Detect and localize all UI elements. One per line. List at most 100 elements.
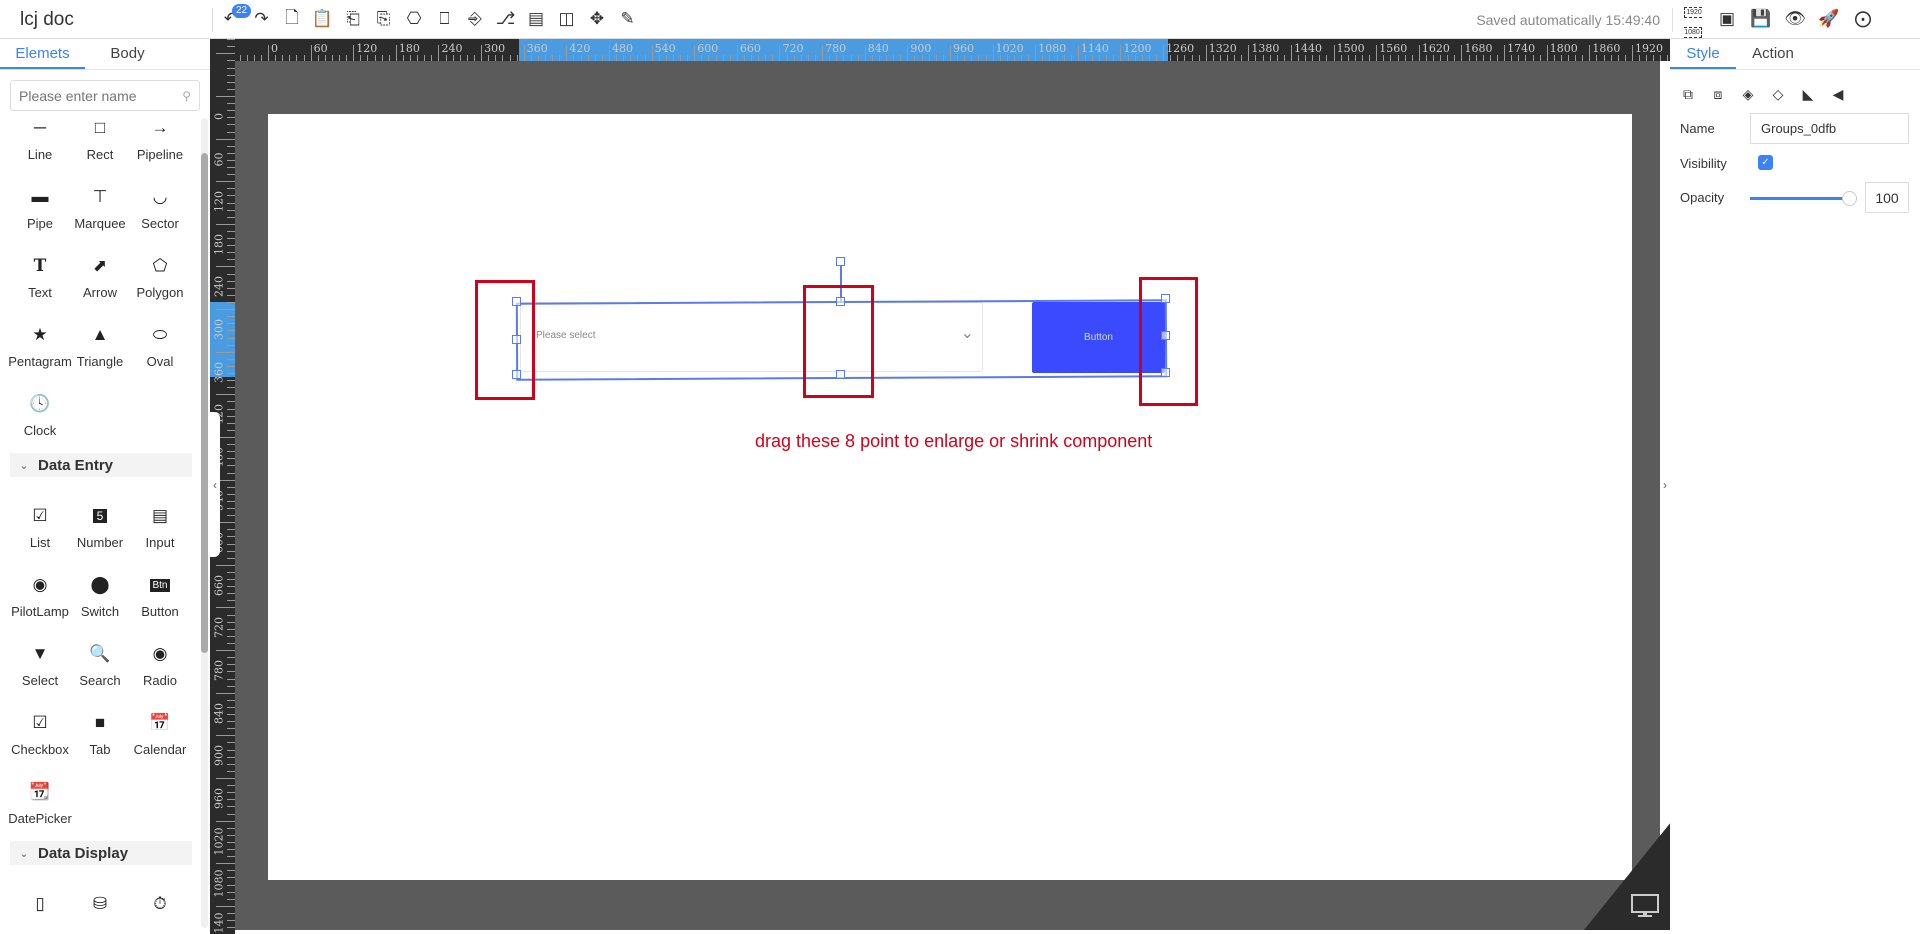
scrollbar-thumb[interactable] bbox=[201, 153, 208, 653]
opacity-slider-handle[interactable] bbox=[1842, 191, 1857, 206]
layer-up-icon[interactable]: ◈ bbox=[1736, 82, 1760, 106]
ruler-tick bbox=[227, 593, 235, 595]
redo-button[interactable]: ↷ bbox=[249, 6, 275, 32]
opacity-input[interactable] bbox=[1865, 182, 1909, 213]
element-item[interactable]: 5 Number bbox=[70, 495, 130, 564]
scrollbar[interactable] bbox=[201, 118, 208, 928]
ruler-tick bbox=[822, 45, 824, 61]
ruler-tick bbox=[227, 103, 235, 105]
section-data-display[interactable]: ⌄ Data Display bbox=[10, 841, 192, 865]
section-title: Data Display bbox=[38, 844, 129, 862]
resolution-1920x1080-button[interactable]: 1920 1080 bbox=[1680, 6, 1706, 38]
element-item[interactable]: ▯ bbox=[10, 883, 70, 934]
opacity-slider[interactable] bbox=[1750, 197, 1846, 200]
element-item[interactable]: ─ Line bbox=[10, 118, 70, 176]
preview-button[interactable]: 👁 bbox=[1782, 6, 1808, 32]
top-bar: lcj doc ↶ ↷ 🗋 📋 ⎗ ⎘ ⎔ ⎕ ⎆ ⎇ ▤ ◫ ✥ ✎ 22 Saved automati… bbox=[0, 0, 1920, 39]
layer-down-icon[interactable]: ◇ bbox=[1766, 82, 1790, 106]
element-item[interactable]: ◉ Radio bbox=[130, 633, 190, 702]
tab-body[interactable]: Body bbox=[85, 39, 170, 69]
align-horizontal-center-button[interactable]: ⎆ bbox=[462, 6, 488, 32]
element-search[interactable]: ⚲ bbox=[10, 80, 200, 111]
element-item[interactable]: 🕓 Clock bbox=[10, 383, 70, 452]
element-item[interactable]: ⏱ bbox=[130, 883, 190, 934]
align-top-button[interactable]: ⎔ bbox=[401, 6, 427, 32]
ruler-tick bbox=[227, 685, 235, 687]
align-vertical-center-button[interactable]: ⎇ bbox=[493, 6, 519, 32]
section-data-entry[interactable]: ⌄ Data Entry bbox=[10, 453, 192, 477]
tab-style[interactable]: Style bbox=[1670, 39, 1736, 69]
element-item[interactable]: → Pipeline bbox=[130, 118, 190, 176]
element-item[interactable]: ★ Pentagram bbox=[8, 314, 72, 383]
element-item[interactable]: ☑ List bbox=[10, 495, 70, 564]
align-right-button[interactable]: ⎘ bbox=[371, 6, 397, 32]
element-item[interactable]: ⬭ Oval bbox=[130, 314, 190, 383]
paste-button[interactable]: 📋 bbox=[310, 6, 336, 32]
collapse-left-panel[interactable]: ‹ bbox=[210, 412, 220, 557]
element-item[interactable]: ⛁ bbox=[70, 883, 130, 934]
collapse-right-panel[interactable]: › bbox=[1660, 412, 1670, 557]
publish-button[interactable]: 🚀 bbox=[1816, 6, 1842, 32]
copy-button[interactable]: 🗋 bbox=[279, 6, 305, 32]
element-item[interactable]: ⬤ Switch bbox=[70, 564, 130, 633]
ruler-tick bbox=[227, 365, 235, 367]
align-left-button[interactable]: ⎗ bbox=[340, 6, 366, 32]
ruler-tick bbox=[227, 614, 235, 616]
ruler-label: 1140 bbox=[1080, 42, 1109, 55]
name-label: Name bbox=[1680, 121, 1715, 136]
element-item[interactable]: 🔍 Search bbox=[70, 633, 130, 702]
element-item[interactable]: ▲ Triangle bbox=[70, 314, 130, 383]
name-input[interactable] bbox=[1750, 113, 1909, 144]
select-icon: ▼ bbox=[31, 644, 49, 663]
ruler-tick bbox=[227, 550, 235, 552]
element-item[interactable]: ◉ PilotLamp bbox=[10, 564, 70, 633]
element-item[interactable]: ▤ Input bbox=[130, 495, 190, 564]
visibility-checkbox[interactable]: ✓ bbox=[1758, 155, 1773, 170]
element-item[interactable]: ▼ Select bbox=[10, 633, 70, 702]
share-button[interactable]: ⨀ bbox=[1850, 6, 1876, 32]
save-button[interactable]: 💾 bbox=[1748, 6, 1774, 32]
element-item[interactable]: Btn Button bbox=[130, 564, 190, 633]
ruler-tick bbox=[227, 259, 235, 261]
undo-count-badge: 22 bbox=[232, 4, 252, 18]
canvas-area[interactable] bbox=[235, 61, 1660, 930]
search-icon[interactable]: ⚲ bbox=[182, 89, 191, 103]
saved-status: Saved automatically 15:49:40 bbox=[1476, 12, 1660, 28]
element-item[interactable]: ■ Tab bbox=[70, 702, 130, 771]
move-button[interactable]: ✥ bbox=[584, 6, 610, 32]
send-back-icon[interactable]: ⧈ bbox=[1706, 82, 1730, 106]
align-bottom-button[interactable]: ⎕ bbox=[432, 6, 458, 32]
brush-button[interactable]: ✎ bbox=[615, 6, 641, 32]
element-label: List bbox=[29, 535, 51, 550]
resize-handle[interactable] bbox=[836, 257, 845, 266]
ruler-tick bbox=[227, 152, 235, 154]
visibility-label: Visibility bbox=[1680, 156, 1727, 171]
element-item[interactable]: T Text bbox=[10, 245, 70, 314]
element-item[interactable]: ⊤ Marquee bbox=[70, 176, 130, 245]
ruler-label: 1920 bbox=[1634, 42, 1663, 55]
publish-icon: 🚀 bbox=[1818, 9, 1840, 28]
flip-vertical-icon[interactable]: ◀ bbox=[1826, 82, 1850, 106]
element-item[interactable]: 📆 DatePicker bbox=[8, 771, 72, 840]
bring-front-icon[interactable]: ⧉ bbox=[1676, 82, 1700, 106]
tab-elements[interactable]: Elemets bbox=[0, 39, 85, 69]
distribute-vertical-button[interactable]: ◫ bbox=[554, 6, 580, 32]
element-item[interactable]: □ Rect bbox=[70, 118, 130, 176]
ruler-tick bbox=[651, 45, 653, 61]
element-item[interactable]: ◡ Sector bbox=[130, 176, 190, 245]
monitor-icon[interactable] bbox=[1630, 893, 1660, 924]
page[interactable] bbox=[268, 114, 1632, 880]
element-item[interactable]: 📅 Calendar bbox=[130, 702, 190, 771]
ruler-label: 1380 bbox=[1251, 42, 1280, 55]
tab-action[interactable]: Action bbox=[1736, 39, 1810, 69]
flip-horizontal-icon[interactable]: ◣ bbox=[1796, 82, 1820, 106]
search-input[interactable] bbox=[19, 87, 169, 104]
fit-screen-button[interactable]: ▣ bbox=[1714, 6, 1740, 32]
element-item[interactable]: ▬ Pipe bbox=[10, 176, 70, 245]
ruler-tick bbox=[227, 280, 235, 282]
element-item[interactable]: ⬠ Polygon bbox=[130, 245, 190, 314]
distribute-horizontal-button[interactable]: ▤ bbox=[523, 6, 549, 32]
element-item[interactable]: ☑ Checkbox bbox=[10, 702, 70, 771]
element-item[interactable]: ⬈ Arrow bbox=[70, 245, 130, 314]
fit-screen-icon: ▣ bbox=[1718, 9, 1736, 28]
